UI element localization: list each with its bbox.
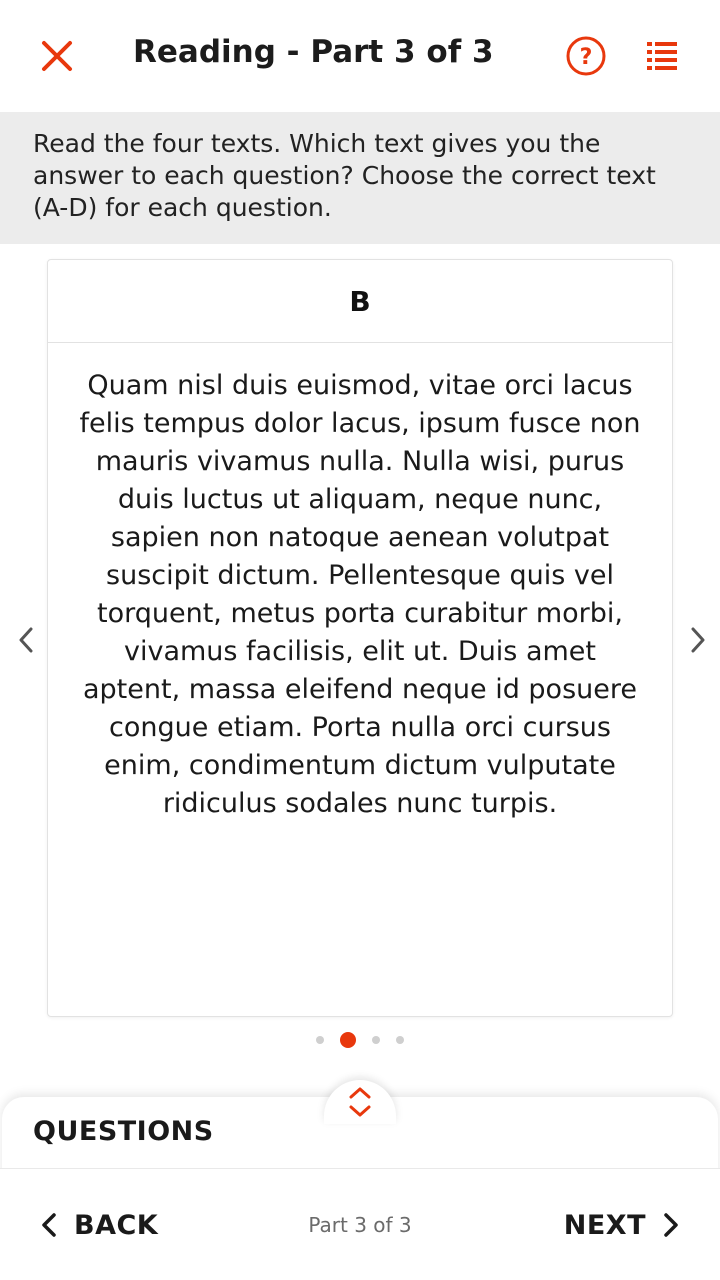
chevron-right-icon	[691, 627, 705, 653]
questions-label: QUESTIONS	[33, 1116, 214, 1147]
chevron-left-icon	[42, 1213, 56, 1237]
bottom-nav: BACK Part 3 of 3 NEXT	[0, 1168, 720, 1280]
next-button[interactable]: NEXT	[564, 1201, 680, 1249]
svg-text:?: ?	[580, 45, 593, 70]
next-label: NEXT	[563, 1209, 646, 1241]
close-button[interactable]	[28, 27, 86, 85]
question-list-button[interactable]	[638, 32, 686, 80]
close-icon	[42, 41, 72, 71]
card-body-text: Quam nisl duis euismod, vitae orci lacus…	[79, 370, 641, 819]
help-button[interactable]: ?	[562, 32, 610, 80]
back-label: BACK	[74, 1209, 159, 1241]
reading-screen: Reading - Part 3 of 3 ? Read the four te…	[0, 0, 720, 1280]
page-dot-active[interactable]	[340, 1032, 356, 1048]
list-icon	[647, 42, 677, 70]
page-title: Reading - Part 3 of 3	[133, 34, 494, 70]
text-card: B Quam nisl duis euismod, vitae orci lac…	[47, 259, 673, 1017]
instructions-text: Read the four texts. Which text gives yo…	[0, 112, 720, 244]
top-bar: Reading - Part 3 of 3 ?	[0, 0, 720, 112]
back-button[interactable]: BACK	[40, 1201, 158, 1249]
page-dot[interactable]	[396, 1036, 404, 1044]
page-dot[interactable]	[372, 1036, 380, 1044]
drawer-toggle-button[interactable]	[324, 1080, 396, 1124]
carousel-pagination	[0, 1030, 720, 1050]
expand-collapse-icon	[349, 1087, 371, 1117]
help-circle-icon: ?	[566, 36, 606, 76]
card-heading: B	[48, 260, 672, 343]
chevron-left-icon	[19, 627, 33, 653]
chevron-right-icon	[664, 1213, 678, 1237]
page-dot[interactable]	[316, 1036, 324, 1044]
previous-text-button[interactable]	[8, 620, 44, 660]
next-text-button[interactable]	[680, 620, 716, 660]
